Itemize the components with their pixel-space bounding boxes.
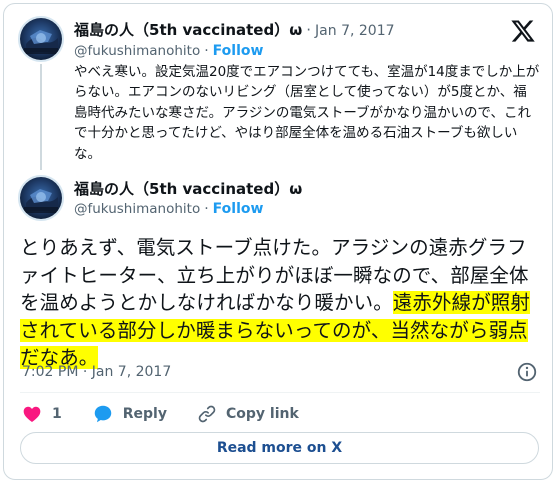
author-handle[interactable]: @fukushimanohito: [74, 201, 200, 217]
follow-button[interactable]: Follow: [213, 43, 264, 59]
avatar[interactable]: [18, 16, 64, 62]
tweet-timestamp[interactable]: 7:02 PM · Jan 7, 2017: [22, 363, 171, 381]
read-more-label: Read more on X: [216, 440, 343, 456]
divider: [20, 392, 540, 393]
read-more-button[interactable]: Read more on X: [20, 432, 539, 464]
main-tweet-subheader: @fukushimanohito · Follow: [74, 200, 263, 218]
tweet-date[interactable]: Jan 7, 2017: [315, 23, 394, 39]
avatar-image: [20, 177, 62, 219]
reply-button[interactable]: Reply: [92, 403, 167, 425]
speech-bubble-icon: [94, 405, 111, 423]
separator: ·: [204, 201, 209, 217]
separator: ·: [306, 21, 312, 39]
main-tweet-header: 福島の人（5th vaccinated）ω: [74, 179, 302, 199]
author-name[interactable]: 福島の人（5th vaccinated）ω: [74, 21, 302, 39]
thread-connector: [40, 64, 42, 170]
tweet-card: 福島の人（5th vaccinated）ω · Jan 7, 2017 @fukus…: [3, 3, 553, 480]
author-handle[interactable]: @fukushimanohito: [74, 43, 200, 59]
author-name[interactable]: 福島の人（5th vaccinated）ω: [74, 180, 302, 198]
copy-link-button[interactable]: Copy link: [197, 404, 299, 424]
main-tweet-text: とりあえず、電気ストーブ点けた。アラジンの遠赤グラファイトヒーター、立ち上がりが…: [20, 234, 544, 372]
like-button[interactable]: 1: [22, 404, 62, 424]
follow-button[interactable]: Follow: [213, 201, 264, 217]
parent-tweet-subheader: @fukushimanohito · Follow: [74, 42, 263, 60]
x-logo-icon[interactable]: [510, 18, 536, 44]
link-icon: [198, 405, 216, 423]
reply-label: Reply: [122, 406, 167, 422]
copy-link-label: Copy link: [225, 406, 299, 422]
parent-tweet-header: 福島の人（5th vaccinated）ω · Jan 7, 2017: [74, 20, 395, 40]
parent-tweet-text: やべえ寒い。設定気温20度でエアコンつけてても、室温が14度までしか上がらない。…: [74, 64, 540, 162]
like-count: 1: [52, 406, 62, 422]
separator: ·: [204, 43, 209, 59]
heart-icon: [23, 406, 41, 422]
avatar-image: [20, 18, 62, 60]
info-icon[interactable]: [516, 361, 538, 383]
avatar[interactable]: [18, 175, 64, 221]
action-bar: 1 Reply Copy link: [22, 402, 329, 426]
